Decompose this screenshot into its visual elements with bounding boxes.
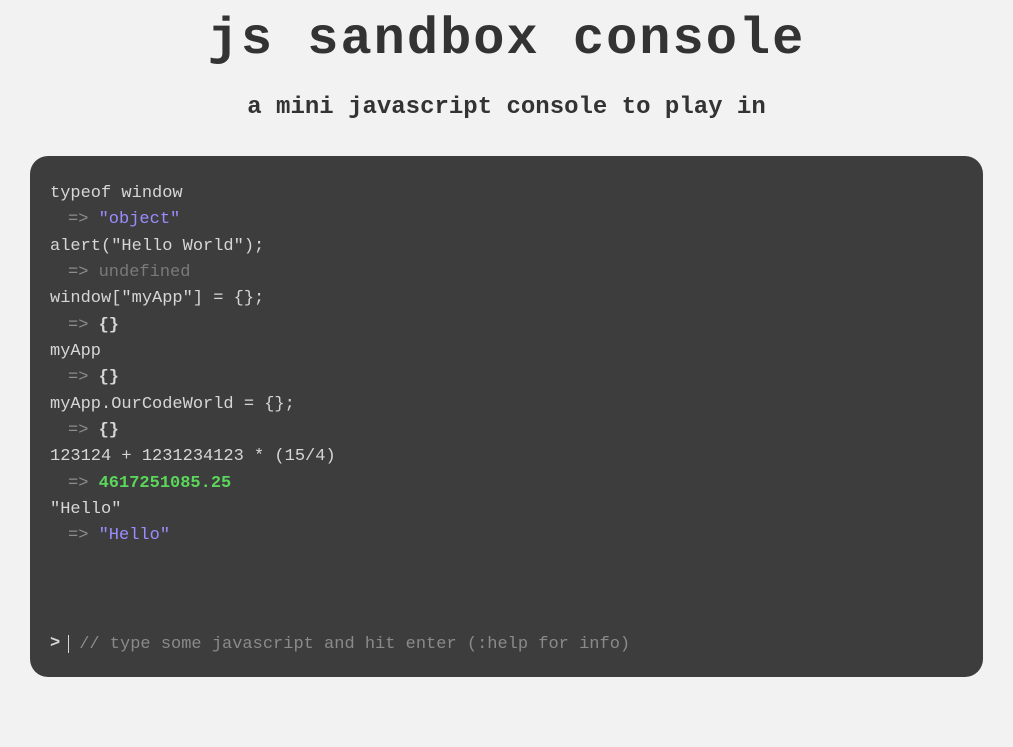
console-result: => "object": [50, 207, 963, 233]
console-input-line: >: [50, 631, 963, 657]
result-value: 4617251085.25: [99, 474, 232, 493]
console-command: typeof window: [50, 181, 963, 207]
page-title: js sandbox console: [0, 10, 1013, 69]
result-arrow: =>: [68, 316, 99, 335]
prompt-symbol: >: [50, 631, 60, 657]
result-arrow: =>: [68, 474, 99, 493]
page-subtitle: a mini javascript console to play in: [0, 94, 1013, 121]
console-command: window["myApp"] = {};: [50, 286, 963, 312]
console-panel: typeof window=> "object"alert("Hello Wor…: [30, 156, 983, 677]
console-command: alert("Hello World");: [50, 234, 963, 260]
console-result: => 4617251085.25: [50, 471, 963, 497]
console-command: myApp.OurCodeWorld = {};: [50, 392, 963, 418]
console-result: => {}: [50, 313, 963, 339]
result-arrow: =>: [68, 526, 99, 545]
console-command: "Hello": [50, 497, 963, 523]
input-cursor: [68, 635, 69, 653]
console-result: => {}: [50, 365, 963, 391]
console-input[interactable]: [79, 635, 963, 654]
page-container: js sandbox console a mini javascript con…: [0, 10, 1013, 677]
result-value: {}: [99, 316, 119, 335]
result-value: {}: [99, 421, 119, 440]
console-command: myApp: [50, 339, 963, 365]
result-value: undefined: [99, 263, 191, 282]
console-result: => undefined: [50, 260, 963, 286]
result-value: "object": [99, 210, 181, 229]
console-result: => {}: [50, 418, 963, 444]
result-arrow: =>: [68, 263, 99, 282]
console-command: 123124 + 1231234123 * (15/4): [50, 444, 963, 470]
result-value: "Hello": [99, 526, 170, 545]
result-arrow: =>: [68, 421, 99, 440]
result-value: {}: [99, 368, 119, 387]
console-result: => "Hello": [50, 523, 963, 549]
result-arrow: =>: [68, 210, 99, 229]
result-arrow: =>: [68, 368, 99, 387]
console-history: typeof window=> "object"alert("Hello Wor…: [50, 181, 963, 601]
